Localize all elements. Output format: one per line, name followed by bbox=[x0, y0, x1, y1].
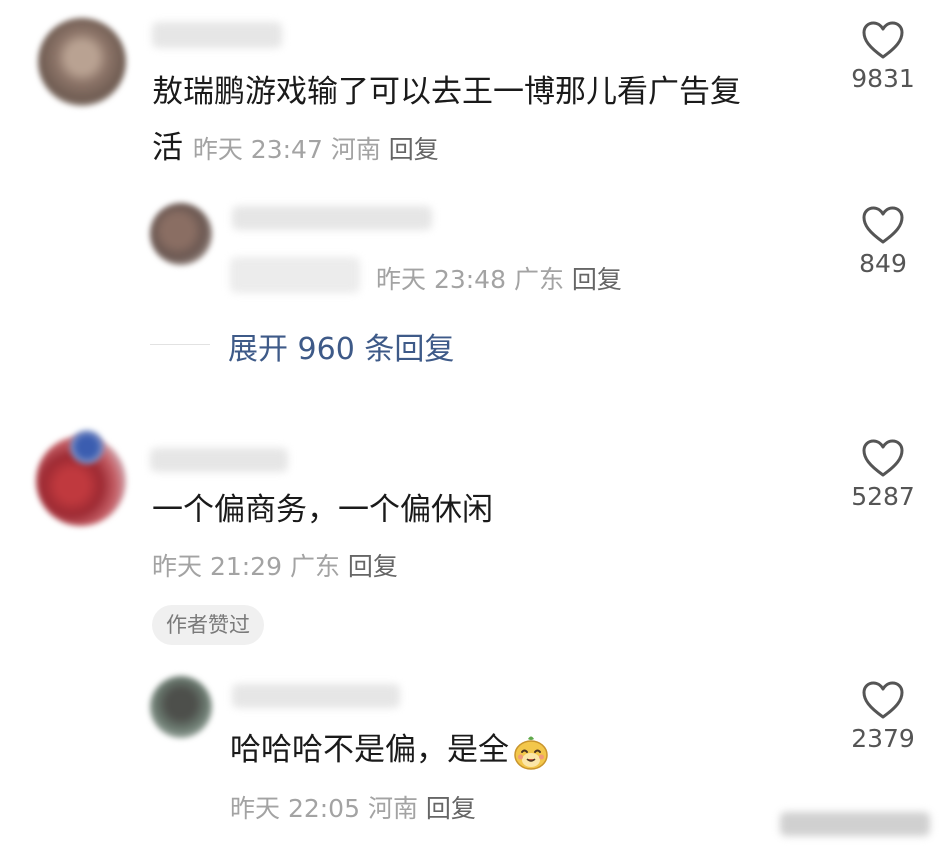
comment-text-line: 敖瑞鹏游戏输了可以去王一博那儿看广告复 bbox=[152, 74, 741, 110]
expand-replies-button[interactable]: 展开 960 条回复 bbox=[228, 324, 454, 368]
comment-meta: 昨天 22:05 河南 回复 bbox=[230, 789, 476, 825]
avatar-decoration bbox=[70, 430, 104, 464]
comment-time: 昨天 22:05 bbox=[230, 794, 360, 823]
username-blurred[interactable] bbox=[150, 448, 288, 472]
comment-text-content: 哈哈哈不是偏，是全 bbox=[230, 732, 509, 768]
comment-meta: 昨天 23:47 河南 回复 bbox=[193, 135, 439, 164]
comment-location: 广东 bbox=[513, 265, 564, 294]
divider bbox=[150, 344, 210, 345]
comment-time: 昨天 23:48 bbox=[376, 265, 506, 294]
comment-location: 河南 bbox=[367, 794, 418, 823]
heart-outline-icon[interactable] bbox=[861, 680, 905, 720]
comment-text: 哈哈哈不是偏，是全 bbox=[230, 722, 551, 778]
avatar[interactable] bbox=[38, 18, 126, 106]
heart-outline-icon[interactable] bbox=[861, 205, 905, 245]
comment-text: 敖瑞鹏游戏输了可以去王一博那儿看广告复 活 昨天 23:47 河南 回复 bbox=[152, 64, 741, 178]
reply-button[interactable]: 回复 bbox=[572, 265, 622, 294]
avatar[interactable] bbox=[150, 203, 212, 265]
like-control[interactable]: 2379 bbox=[828, 680, 938, 753]
username-blurred[interactable] bbox=[232, 684, 400, 708]
comment-time: 昨天 23:47 bbox=[192, 135, 323, 164]
watermark-blurred bbox=[780, 812, 930, 836]
author-liked-badge: 作者赞过 bbox=[152, 605, 264, 645]
like-control[interactable]: 9831 bbox=[828, 20, 938, 93]
reply-button[interactable]: 回复 bbox=[389, 135, 439, 164]
reply-text-blurred bbox=[230, 257, 360, 293]
heart-outline-icon[interactable] bbox=[861, 20, 905, 60]
comment-time: 昨天 21:29 bbox=[152, 552, 282, 581]
heart-outline-icon[interactable] bbox=[861, 438, 905, 478]
reply-button[interactable]: 回复 bbox=[348, 552, 398, 581]
like-count: 849 bbox=[859, 249, 907, 278]
like-count: 5287 bbox=[851, 482, 915, 511]
comment-meta: 昨天 23:48 广东 回复 bbox=[376, 260, 622, 296]
username-blurred[interactable] bbox=[152, 22, 282, 48]
like-control[interactable]: 849 bbox=[828, 205, 938, 278]
smiling-creature-emoji-icon bbox=[514, 736, 548, 770]
username-blurred[interactable] bbox=[232, 206, 432, 230]
comment-text-line-with-meta: 活 昨天 23:47 河南 回复 bbox=[152, 120, 741, 178]
like-control[interactable]: 5287 bbox=[828, 438, 938, 511]
comment-text: 一个偏商务，一个偏休闲 bbox=[152, 492, 493, 528]
comment-location: 广东 bbox=[289, 552, 340, 581]
avatar[interactable] bbox=[150, 676, 212, 738]
reply-button[interactable]: 回复 bbox=[426, 794, 476, 823]
like-count: 9831 bbox=[851, 64, 915, 93]
comment-location: 河南 bbox=[330, 135, 381, 164]
like-count: 2379 bbox=[851, 724, 915, 753]
comment-meta: 昨天 21:29 广东 回复 bbox=[152, 547, 398, 583]
comment-text-line: 活 bbox=[152, 130, 183, 166]
